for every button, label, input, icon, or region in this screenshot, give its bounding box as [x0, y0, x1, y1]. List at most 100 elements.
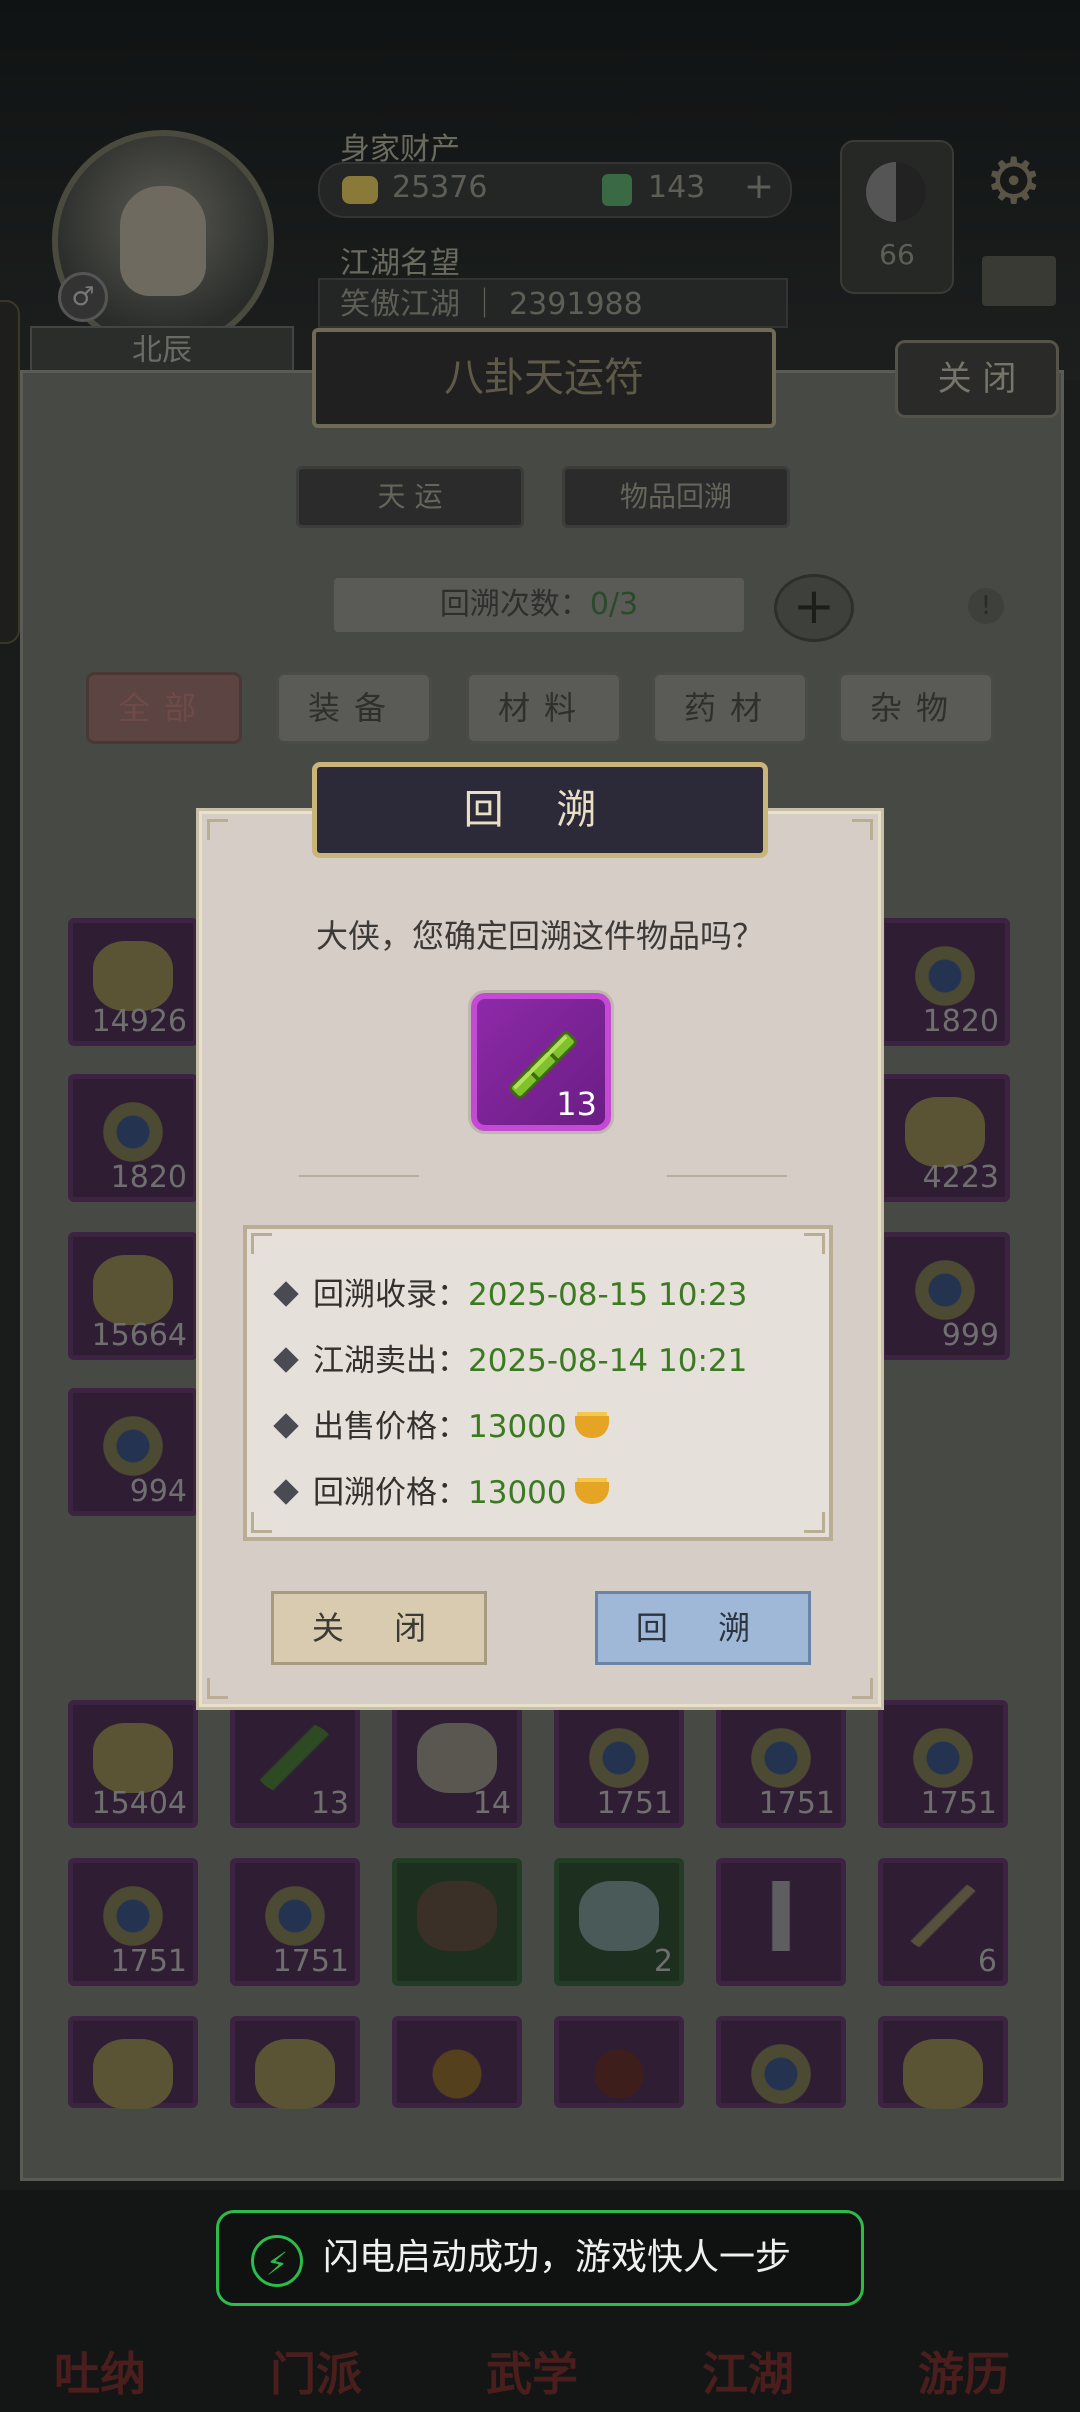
inventory-item[interactable]	[716, 2016, 846, 2109]
inventory-item[interactable]: 13	[230, 1700, 360, 1828]
inventory-item[interactable]: 15404	[68, 1700, 198, 1828]
inventory-item[interactable]: 2	[554, 1858, 684, 1986]
inventory-item[interactable]: 1820	[68, 1074, 198, 1202]
inventory-item[interactable]: 14	[392, 1700, 522, 1828]
info-row-rewind-price: 回溯价格：13000	[273, 1467, 609, 1511]
side-drawer-tab[interactable]	[0, 300, 20, 644]
item-count: 1820	[110, 1160, 187, 1195]
inventory-item[interactable]: 4223	[880, 1074, 1010, 1202]
diamond-bullet-icon	[273, 1412, 299, 1439]
inventory-item[interactable]: 1751	[68, 1858, 198, 1986]
dialog-close-button[interactable]: 关 闭	[271, 1591, 487, 1665]
inventory-item[interactable]	[554, 2016, 684, 2109]
item-count: 1751	[758, 1786, 835, 1821]
corner-ornament	[251, 1512, 272, 1533]
resource-bar: 25376 143 +	[318, 162, 792, 218]
gold-coin-icon	[93, 941, 173, 1011]
inventory-item[interactable]: 14926	[68, 918, 198, 1046]
nav-meditate[interactable]: 吐纳	[20, 2338, 180, 2404]
inventory-item[interactable]: 994	[68, 1388, 198, 1516]
scroll-icon	[417, 1723, 497, 1793]
inventory-item[interactable]	[392, 2016, 522, 2109]
launch-toast: ⚡ 闪电启动成功，游戏快人一步	[216, 2210, 864, 2306]
inventory-item[interactable]	[392, 1858, 522, 1986]
taiji-value: 66	[879, 238, 915, 271]
taiji-icon	[866, 162, 926, 222]
corner-ornament	[251, 1233, 272, 1254]
nav-jianghu[interactable]: 江湖	[668, 2338, 828, 2404]
panel-title: 八卦天运符	[312, 328, 776, 428]
corner-ornament	[852, 819, 873, 840]
divider-left	[299, 1175, 419, 1177]
mail-icon[interactable]	[982, 256, 1056, 306]
item-count: 15664	[91, 1318, 187, 1353]
selected-item-slot[interactable]: 13	[471, 993, 611, 1131]
rewind-count-bar: 回溯次数：0/3	[334, 578, 744, 632]
inventory-item[interactable]: 1751	[554, 1700, 684, 1828]
item-count: 4223	[922, 1160, 999, 1195]
filter-all[interactable]: 全部	[86, 672, 242, 744]
dagger-icon	[903, 1881, 983, 1951]
pearl-icon	[417, 2039, 497, 2109]
lightning-bolt-icon: ⚡	[251, 2235, 303, 2287]
nav-martial-arts[interactable]: 武学	[452, 2338, 612, 2404]
reputation-separator: ｜	[469, 287, 510, 322]
add-currency-button[interactable]: +	[744, 166, 774, 207]
inventory-item[interactable]: 999	[880, 1232, 1010, 1360]
tab-item-rewind[interactable]: 物品回溯	[562, 466, 790, 528]
inventory-item[interactable]	[878, 2016, 1008, 2109]
add-count-button[interactable]: +	[774, 574, 854, 642]
taiji-button[interactable]: 66	[840, 140, 954, 294]
item-count: 1751	[272, 1944, 349, 1979]
filter-materials[interactable]: 材料	[466, 672, 622, 744]
reputation-value: 2391988	[509, 287, 643, 322]
nav-sect[interactable]: 门派	[236, 2338, 396, 2404]
gold-coin-icon	[93, 1723, 173, 1793]
info-label: 江湖卖出：	[313, 1343, 468, 1379]
info-icon[interactable]: !	[968, 588, 1004, 624]
corner-ornament	[804, 1512, 825, 1533]
inventory-item[interactable]	[230, 2016, 360, 2109]
corner-ornament	[207, 819, 228, 840]
reputation-title: 笑傲江湖	[340, 287, 460, 322]
inventory-item[interactable]: 15664	[68, 1232, 198, 1360]
inventory-item[interactable]: 6	[878, 1858, 1008, 1986]
inventory-item[interactable]	[716, 1858, 846, 1986]
inventory-item[interactable]	[68, 2016, 198, 2109]
filter-misc[interactable]: 杂物	[838, 672, 994, 744]
inventory-item[interactable]: 1820	[880, 918, 1010, 1046]
player-name: 北辰	[30, 326, 294, 376]
inventory-item[interactable]: 1751	[716, 1700, 846, 1828]
inventory-item[interactable]: 1751	[878, 1700, 1008, 1828]
nav-travel[interactable]: 游历	[884, 2338, 1044, 2404]
panel-close-button[interactable]: 关 闭	[895, 340, 1059, 418]
info-value: 13000	[468, 1475, 567, 1511]
gold-coin-icon	[93, 1255, 173, 1325]
diamond-bullet-icon	[273, 1478, 299, 1505]
dialog-title: 回 溯	[312, 762, 768, 858]
jade-amount: 143	[648, 170, 706, 205]
item-count: 999	[941, 1318, 999, 1353]
gold-ingot-icon	[342, 176, 378, 204]
inventory-item[interactable]: 1751	[230, 1858, 360, 1986]
info-row-sold: 江湖卖出：2025-08-14 10:21	[273, 1335, 747, 1379]
confirm-question: 大侠，您确定回溯这件物品吗？	[315, 917, 764, 955]
sapphire-medallion-icon	[741, 2039, 821, 2109]
sapphire-medallion-icon	[741, 1723, 821, 1793]
item-count: 13	[310, 1786, 349, 1821]
bamboo-icon	[255, 1723, 335, 1793]
sapphire-medallion-icon	[579, 1723, 659, 1793]
tab-fortune[interactable]: 天 运	[296, 466, 524, 528]
gear-icon[interactable]: ⚙	[985, 145, 1042, 219]
filter-herbs[interactable]: 药材	[652, 672, 808, 744]
item-count: 2	[653, 1944, 673, 1979]
filter-equipment[interactable]: 装备	[276, 672, 432, 744]
toast-text: 闪电启动成功，游戏快人一步	[323, 2237, 792, 2278]
info-value: 13000	[468, 1409, 567, 1445]
diamond-bullet-icon	[273, 1280, 299, 1307]
rewind-confirm-button[interactable]: 回 溯	[595, 1591, 811, 1665]
corner-ornament	[804, 1233, 825, 1254]
corner-ornament	[207, 1678, 228, 1699]
info-value: 2025-08-15 10:23	[468, 1277, 748, 1313]
jade-icon	[602, 174, 632, 206]
